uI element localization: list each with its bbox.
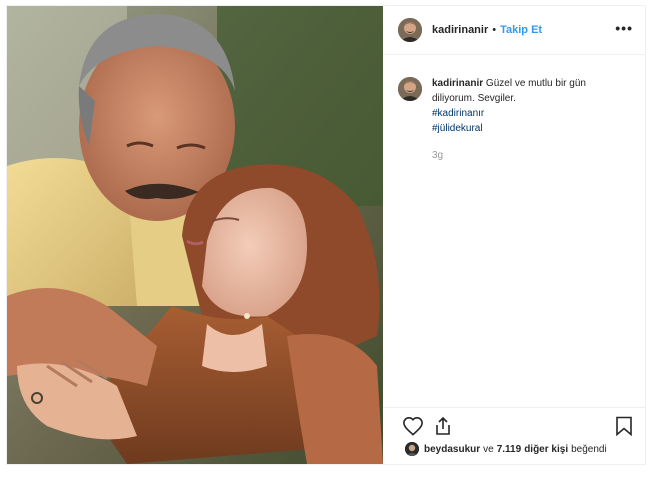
post-header: kadirinanir • Takip Et ••• [383, 6, 645, 55]
header-username[interactable]: kadirinanir [432, 24, 488, 36]
caption-avatar[interactable] [398, 77, 422, 101]
liker-username[interactable]: beydasukur [424, 444, 480, 455]
likes-count[interactable]: 7.119 [497, 444, 521, 455]
caption-comment: kadirinanir Güzel ve mutlu bir gün diliy… [398, 76, 631, 163]
likes-conjunction: ve [483, 443, 494, 455]
follow-button[interactable]: Takip Et [500, 24, 542, 36]
likes-others-label[interactable]: diğer kişi [524, 444, 568, 455]
avatar-image [398, 18, 422, 42]
instagram-post: kadirinanir • Takip Et ••• kadirinanir G… [6, 5, 646, 465]
caption-text-block: kadirinanir Güzel ve mutlu bir gün diliy… [432, 76, 631, 163]
likes-summary: beydasukur ve 7.119 diğer kişi beğendi [405, 442, 635, 456]
action-bar [383, 407, 645, 442]
avatar[interactable] [398, 18, 422, 42]
heart-icon[interactable] [402, 416, 424, 441]
more-options-icon[interactable]: ••• [615, 20, 633, 36]
caption-username[interactable]: kadirinanir [432, 78, 483, 89]
likes-suffix: beğendi [571, 443, 607, 455]
liker-avatar[interactable] [405, 442, 419, 456]
post-photo[interactable] [7, 6, 383, 464]
hashtag-link[interactable]: #kadirinanır [432, 106, 631, 121]
hashtag-link[interactable]: #jülidekural [432, 121, 631, 136]
caption-avatar-image [398, 77, 422, 101]
bookmark-icon[interactable] [615, 416, 633, 441]
separator-dot: • [492, 24, 497, 36]
share-icon[interactable] [433, 416, 453, 441]
liker-avatar-image [405, 442, 419, 456]
post-sidebar: kadirinanir • Takip Et ••• kadirinanir G… [383, 6, 645, 464]
post-photo-image [7, 6, 383, 464]
post-time-ago[interactable]: 3g [432, 148, 631, 163]
